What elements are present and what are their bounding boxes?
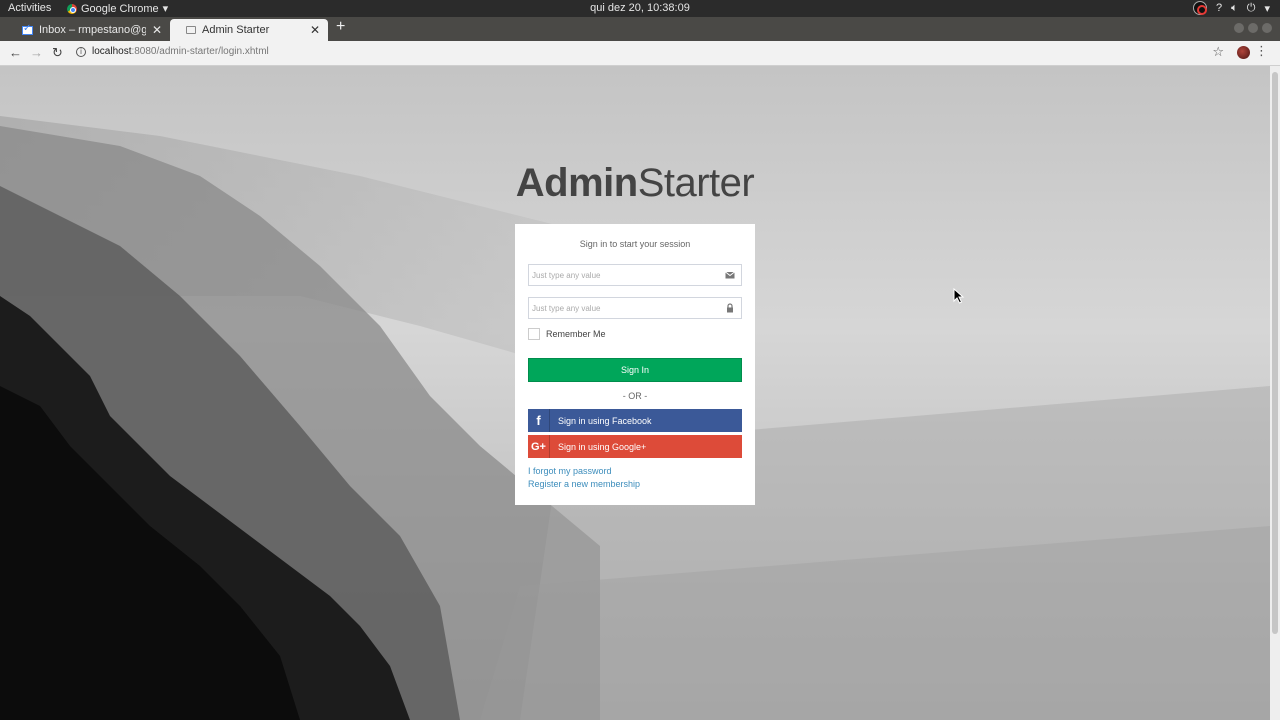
envelope-icon — [725, 271, 735, 279]
google-sign-in-label: Sign in using Google+ — [558, 441, 647, 452]
email-field[interactable] — [528, 264, 742, 286]
facebook-sign-in-button[interactable]: f Sign in using Facebook — [528, 409, 742, 432]
scrollbar-thumb[interactable] — [1272, 72, 1278, 634]
chrome-icon — [67, 3, 77, 14]
remember-me[interactable]: Remember Me — [528, 328, 606, 340]
remember-me-label: Remember Me — [546, 329, 606, 339]
mouse-pointer-icon — [953, 288, 965, 304]
google-sign-in-button[interactable]: G+ Sign in using Google+ — [528, 435, 742, 458]
or-separator: - OR - — [622, 391, 648, 401]
caret-down-icon[interactable]: ▾ — [1264, 2, 1270, 15]
close-window-icon[interactable] — [1262, 23, 1272, 33]
kebab-menu-icon[interactable]: ⋮ — [1255, 43, 1268, 59]
facebook-sign-in-label: Sign in using Facebook — [558, 415, 652, 426]
system-tray[interactable]: ? 🔈︎ ⏻ ▾ — [1193, 1, 1270, 15]
forward-arrow-icon[interactable]: → — [30, 45, 43, 60]
tab-inbox[interactable]: Inbox – rmpestano@gmail.com ✕ — [6, 19, 170, 41]
logo-bold: Admin — [515, 161, 638, 205]
page-viewport: AdminStarter Sign in to start your sessi… — [0, 66, 1270, 720]
facebook-icon: f — [528, 409, 550, 432]
app-indicator-icon[interactable] — [1193, 1, 1208, 15]
system-clock[interactable]: qui dez 20, 10:38:09 — [590, 2, 690, 14]
volume-icon[interactable]: 🔈︎ — [1231, 2, 1238, 15]
google-plus-icon: G+ — [528, 435, 550, 458]
sign-in-button[interactable]: Sign In — [528, 358, 742, 382]
password-input[interactable] — [529, 299, 719, 317]
reload-icon[interactable]: ↻ — [52, 45, 63, 61]
url-path: :8080/admin-starter/login.xhtml — [131, 46, 269, 57]
back-arrow-icon[interactable]: ← — [9, 45, 22, 60]
email-input[interactable] — [529, 266, 719, 284]
tab-title: Inbox – rmpestano@gmail.com — [39, 24, 146, 36]
power-icon[interactable]: ⏻ — [1247, 2, 1256, 15]
minimize-icon[interactable] — [1234, 23, 1244, 33]
close-tab-icon[interactable]: ✕ — [310, 23, 320, 37]
plus-icon[interactable]: + — [336, 18, 345, 36]
app-menu[interactable]: Google Chrome ▾ — [67, 2, 168, 15]
profile-avatar[interactable] — [1237, 46, 1250, 59]
network-icon[interactable]: ? — [1216, 2, 1222, 14]
mail-icon — [22, 23, 33, 35]
logo-light: Starter — [637, 161, 755, 205]
remember-me-checkbox[interactable] — [528, 328, 540, 340]
close-tab-icon[interactable]: ✕ — [152, 23, 162, 37]
register-link[interactable]: Register a new membership — [528, 479, 640, 489]
activities-button[interactable]: Activities — [8, 2, 51, 14]
window-controls — [1234, 23, 1272, 33]
app-menu-label: Google Chrome — [81, 2, 159, 15]
password-field[interactable] — [528, 297, 742, 319]
address-bar[interactable]: i localhost:8080/admin-starter/login.xht… — [76, 46, 269, 57]
browser-toolbar: ← → ↻ i localhost:8080/admin-starter/log… — [0, 41, 1280, 66]
forgot-password-link[interactable]: I forgot my password — [528, 466, 612, 476]
login-box-message: Sign in to start your session — [579, 239, 691, 249]
tab-strip: Inbox – rmpestano@gmail.com ✕ Admin Star… — [0, 17, 1280, 41]
tab-title: Admin Starter — [202, 24, 270, 36]
vertical-scrollbar[interactable] — [1270, 66, 1280, 720]
info-icon[interactable]: i — [76, 46, 86, 57]
page-logo: AdminStarter — [0, 161, 1270, 206]
bookmark-star-icon[interactable]: ☆ — [1212, 44, 1224, 60]
system-top-bar: Activities Google Chrome ▾ qui dez 20, 1… — [0, 0, 1280, 17]
login-box: Sign in to start your session Remember M… — [515, 224, 755, 505]
page-icon — [186, 26, 196, 34]
lock-icon — [727, 303, 733, 313]
url-host: localhost — [92, 46, 132, 57]
caret-down-icon: ▾ — [162, 3, 169, 15]
maximize-icon[interactable] — [1248, 23, 1258, 33]
tab-admin-starter[interactable]: Admin Starter ✕ — [170, 19, 328, 41]
